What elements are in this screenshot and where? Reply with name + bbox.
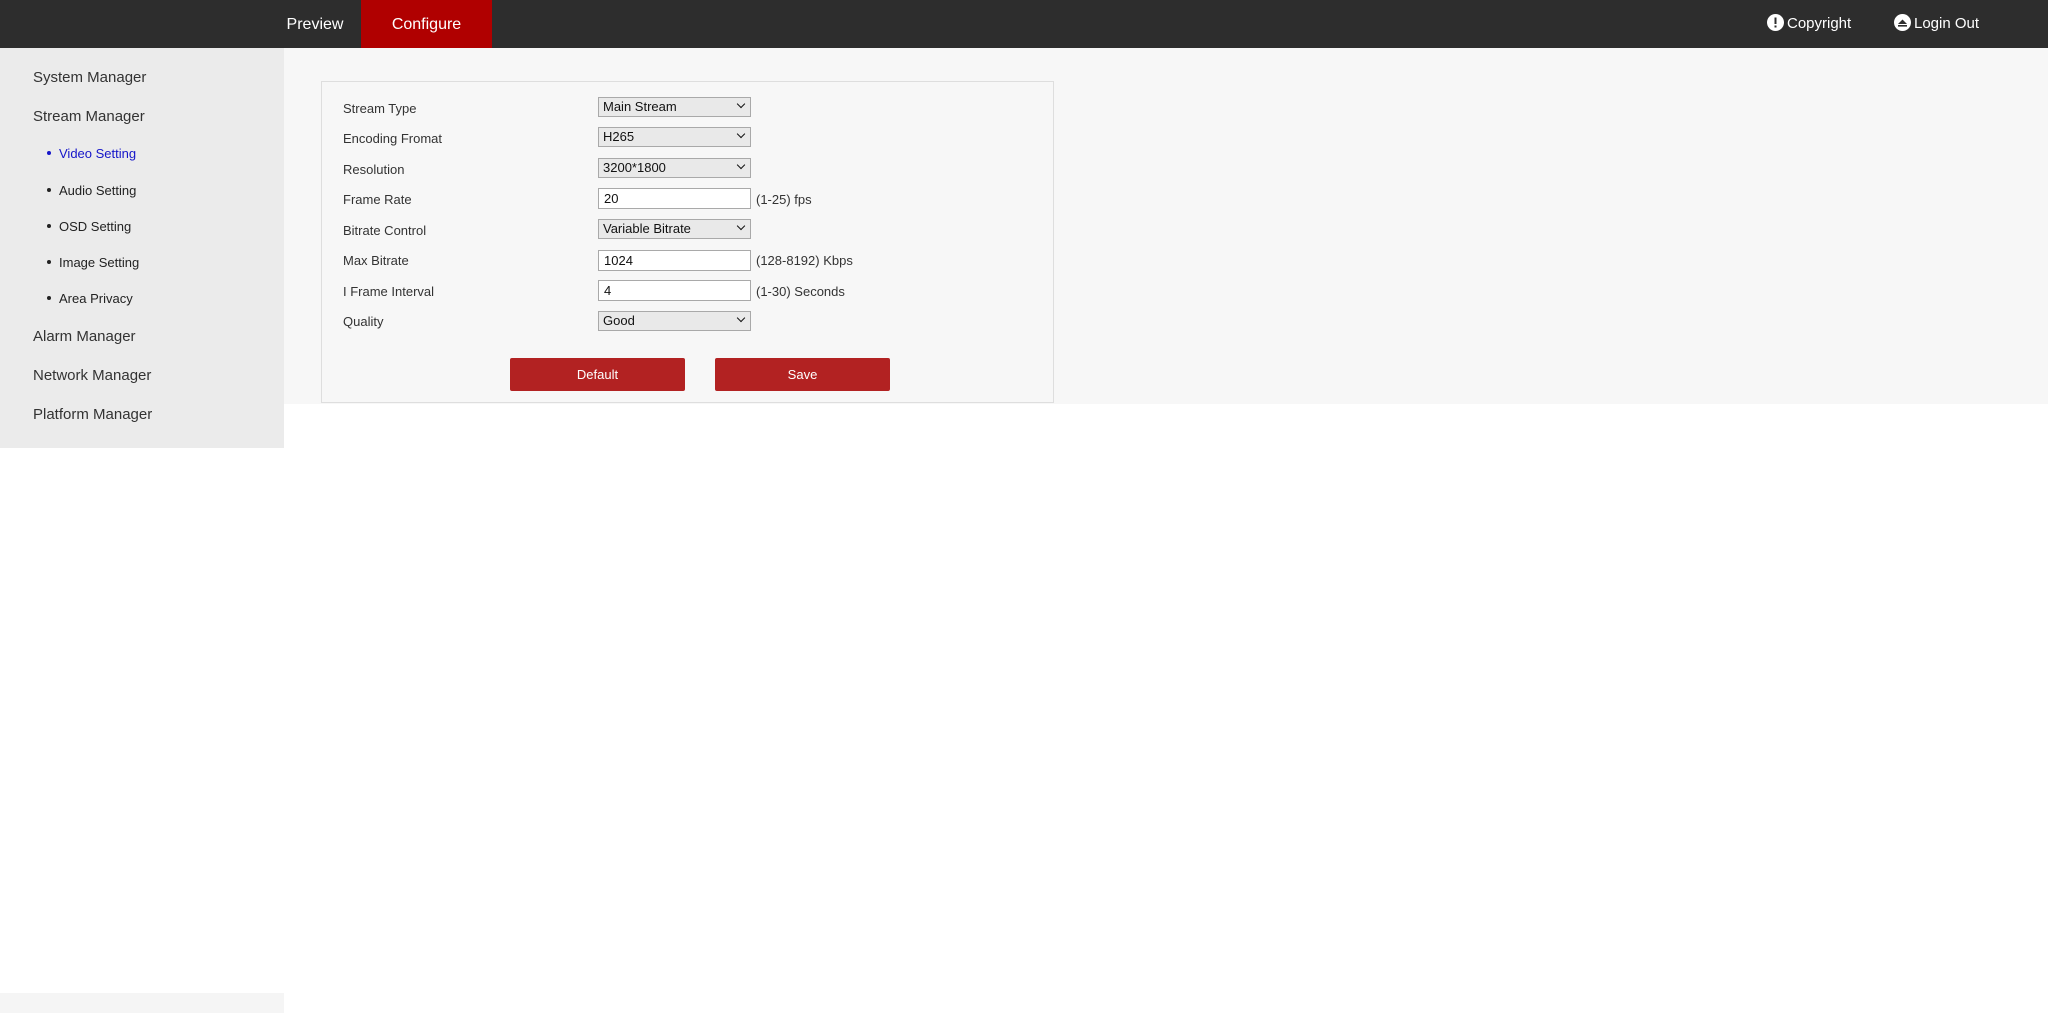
sidebar-item-platform-manager[interactable]: Platform Manager bbox=[33, 406, 152, 423]
sidebar-subitem-label: Area Privacy bbox=[59, 291, 133, 306]
quality-value: Good bbox=[603, 313, 635, 328]
bullet-icon bbox=[47, 151, 51, 155]
encoding-format-value: H265 bbox=[603, 129, 635, 144]
tab-configure[interactable]: Configure bbox=[361, 0, 492, 48]
encoding-format-label: Encoding Fromat bbox=[343, 131, 442, 146]
bitrate-control-value: Variable Bitrate bbox=[603, 221, 691, 236]
logout-label: Login Out bbox=[1914, 15, 1980, 32]
stream-type-value: Main Stream bbox=[603, 99, 677, 114]
frame-rate-label: Frame Rate bbox=[343, 192, 412, 207]
sidebar-subitem-image-setting[interactable]: Image Setting bbox=[47, 255, 139, 270]
max-bitrate-label: Max Bitrate bbox=[343, 253, 409, 268]
encoding-format-select[interactable]: H265 bbox=[598, 127, 751, 147]
quality-select[interactable]: Good bbox=[598, 311, 751, 331]
stream-type-select[interactable]: Main Stream bbox=[598, 97, 751, 117]
max-bitrate-input[interactable]: 1024 bbox=[598, 250, 751, 271]
sidebar-item-network-manager[interactable]: Network Manager bbox=[33, 367, 151, 384]
bullet-icon bbox=[47, 260, 51, 264]
sidebar-footer bbox=[0, 993, 284, 1013]
sidebar-item-system-manager[interactable]: System Manager bbox=[33, 69, 146, 86]
logout-icon bbox=[1894, 14, 1911, 31]
save-button[interactable]: Save bbox=[715, 358, 890, 391]
copyright-label: Copyright bbox=[1787, 15, 1852, 32]
bullet-icon bbox=[47, 224, 51, 228]
bitrate-control-select[interactable]: Variable Bitrate bbox=[598, 219, 751, 239]
chevron-down-icon bbox=[736, 129, 746, 139]
sidebar-subitem-label: Video Setting bbox=[59, 146, 137, 161]
sidebar-subitem-area-privacy[interactable]: Area Privacy bbox=[47, 291, 133, 306]
default-button[interactable]: Default bbox=[510, 358, 685, 391]
resolution-select[interactable]: 3200*1800 bbox=[598, 158, 751, 178]
chevron-down-icon bbox=[736, 160, 746, 170]
sidebar-item-stream-manager[interactable]: Stream Manager bbox=[33, 108, 145, 125]
main-content: Stream Type Main Stream Encoding Fromat … bbox=[284, 48, 2048, 404]
copyright-link[interactable]: Copyright bbox=[1767, 14, 1851, 34]
chevron-down-icon bbox=[736, 313, 746, 323]
stream-type-label: Stream Type bbox=[343, 101, 417, 116]
frame-rate-input[interactable]: 20 bbox=[598, 188, 751, 209]
i-frame-interval-input[interactable]: 4 bbox=[598, 280, 751, 301]
chevron-down-icon bbox=[736, 221, 746, 231]
bullet-icon bbox=[47, 296, 51, 300]
alert-circle-icon bbox=[1767, 14, 1784, 31]
i-frame-interval-hint: (1-30) Seconds bbox=[756, 284, 845, 299]
chevron-down-icon bbox=[736, 99, 746, 109]
sidebar-subitem-label: Audio Setting bbox=[59, 183, 137, 198]
quality-label: Quality bbox=[343, 314, 384, 329]
sidebar-subitem-osd-setting[interactable]: OSD Setting bbox=[47, 219, 131, 234]
top-navigation-bar: Preview Configure Copyright Login Out bbox=[0, 0, 2048, 48]
sidebar-subitem-label: OSD Setting bbox=[59, 219, 132, 234]
sidebar-subitem-label: Image Setting bbox=[59, 255, 140, 270]
bullet-icon bbox=[47, 188, 51, 192]
logout-link[interactable]: Login Out bbox=[1894, 14, 1979, 34]
sidebar: System Manager Stream Manager Video Sett… bbox=[0, 48, 284, 448]
video-setting-form: Stream Type Main Stream Encoding Fromat … bbox=[321, 81, 1054, 403]
sidebar-subitem-audio-setting[interactable]: Audio Setting bbox=[47, 183, 136, 198]
resolution-label: Resolution bbox=[343, 162, 405, 177]
bitrate-control-label: Bitrate Control bbox=[343, 223, 427, 238]
sidebar-item-alarm-manager[interactable]: Alarm Manager bbox=[33, 328, 136, 345]
sidebar-subitem-video-setting[interactable]: Video Setting bbox=[47, 146, 136, 161]
i-frame-interval-label: I Frame Interval bbox=[343, 284, 435, 299]
frame-rate-hint: (1-25) fps bbox=[756, 192, 812, 207]
resolution-value: 3200*1800 bbox=[603, 160, 666, 175]
tab-preview[interactable]: Preview bbox=[252, 0, 378, 48]
max-bitrate-hint: (128-8192) Kbps bbox=[756, 253, 853, 268]
